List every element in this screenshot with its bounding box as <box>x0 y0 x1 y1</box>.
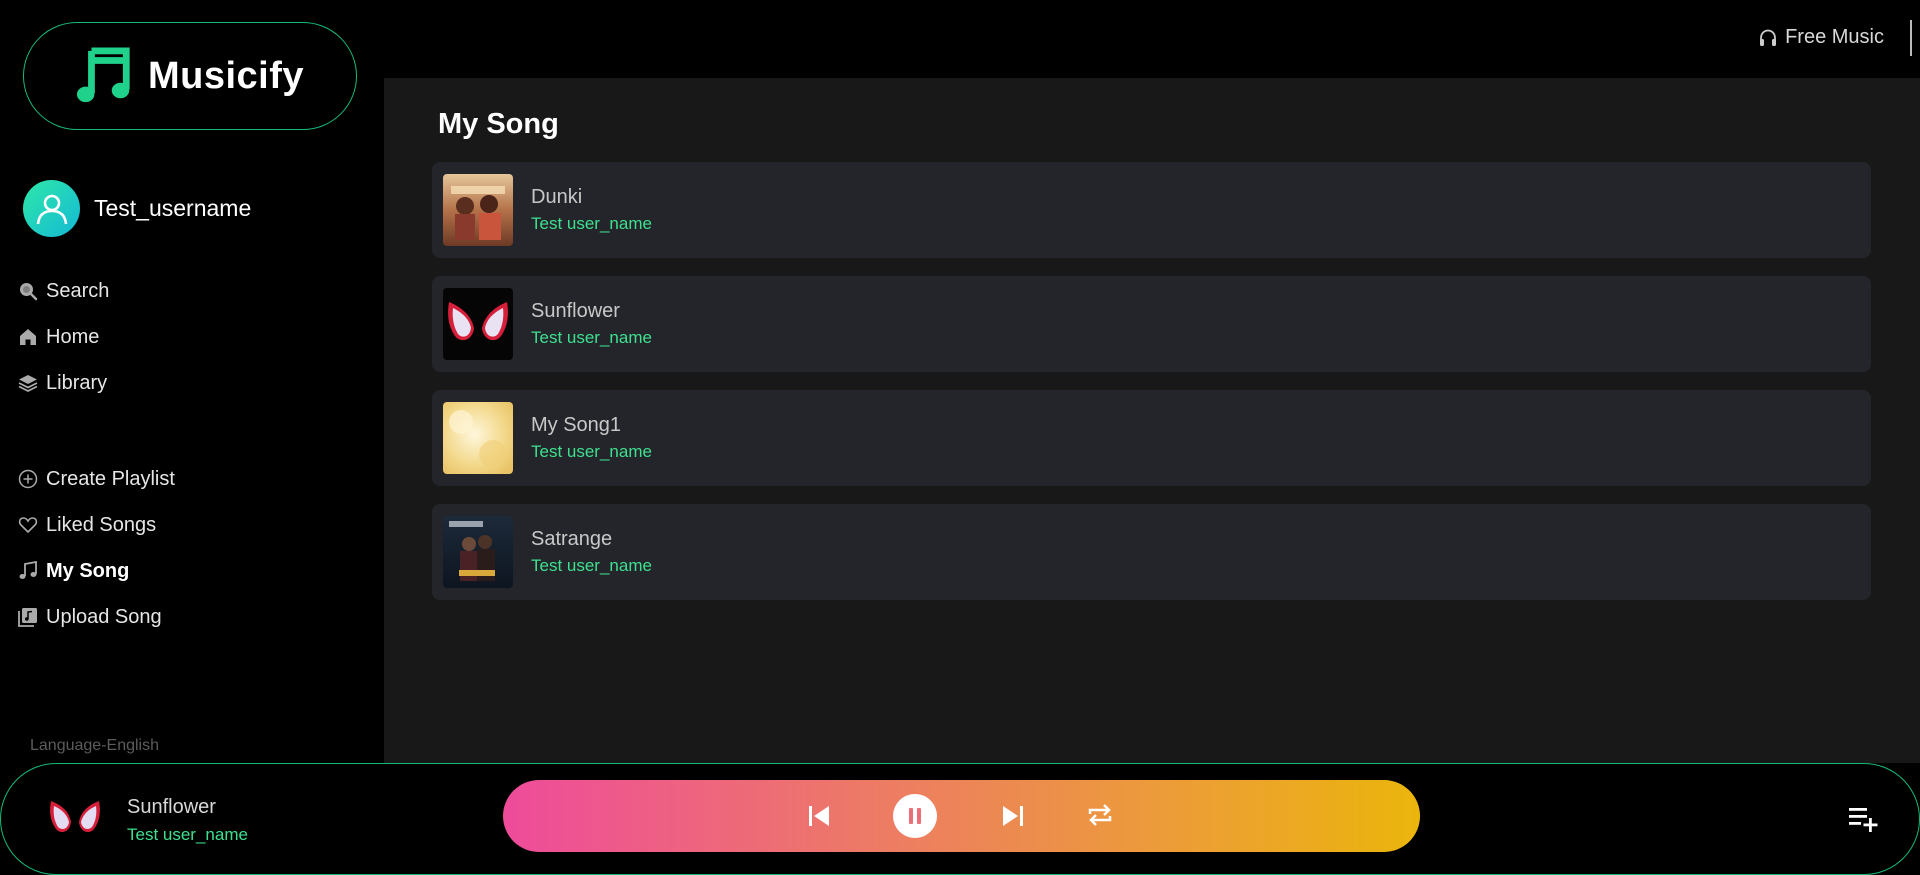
playback-controls <box>503 780 1420 852</box>
nav-label: My Song <box>46 559 130 582</box>
repeat-button[interactable] <box>1087 802 1113 828</box>
home-icon <box>20 329 36 345</box>
nav-item-create-playlist[interactable]: Create Playlist <box>18 456 175 502</box>
avatar[interactable] <box>23 180 80 237</box>
username: Test_username <box>94 195 252 221</box>
sidebar: Musicify Test_username Search Home Libra… <box>0 0 384 763</box>
nav-label: Home <box>46 325 100 348</box>
upload-music-icon <box>18 608 37 627</box>
nav-item-liked-songs[interactable]: Liked Songs <box>18 502 175 548</box>
free-music-label: Free Music <box>1785 26 1884 48</box>
headphones-icon <box>1760 29 1777 46</box>
nav-label: Create Playlist <box>46 467 175 490</box>
nav-label: Library <box>46 371 108 394</box>
animal-cover <box>443 516 513 588</box>
plus-circle-icon <box>18 469 38 489</box>
music-note-logo-icon <box>76 47 130 103</box>
song-info: Dunki Test user_name <box>531 186 652 234</box>
nav-item-my-song[interactable]: My Song <box>18 548 175 594</box>
song-artist[interactable]: Test user_name <box>531 442 652 462</box>
main-content: My Song Dunki Test user_name Sunflower T… <box>384 78 1920 763</box>
song-row[interactable]: My Song1 Test user_name <box>432 390 1871 486</box>
next-icon <box>1003 806 1023 826</box>
user-profile[interactable]: Test_username <box>23 180 251 237</box>
nav-item-home[interactable]: Home <box>18 314 109 360</box>
nav-item-search[interactable]: Search <box>18 268 109 314</box>
song-title: Dunki <box>531 186 583 208</box>
secondary-nav: Create Playlist Liked Songs My Song Uplo… <box>18 456 175 640</box>
app-name: Musicify <box>147 54 305 97</box>
language-selector[interactable]: Language-English <box>30 737 159 755</box>
add-to-queue-button[interactable] <box>1849 806 1879 837</box>
player-bar: Sunflower Test user_name <box>0 763 1920 875</box>
layers-icon <box>18 375 38 393</box>
song-info: Satrange Test user_name <box>531 528 652 576</box>
page-title: My Song <box>438 108 559 140</box>
previous-icon <box>809 806 829 826</box>
add-to-queue-icon <box>1849 808 1878 832</box>
now-playing-artist[interactable]: Test user_name <box>127 825 248 845</box>
nav-item-upload-song[interactable]: Upload Song <box>18 594 175 640</box>
song-artist[interactable]: Test user_name <box>531 556 652 576</box>
spider-mask-cover <box>443 288 513 360</box>
now-playing-title: Sunflower <box>127 796 216 818</box>
topbar-divider <box>1910 20 1912 56</box>
next-button[interactable] <box>1001 804 1025 828</box>
song-row[interactable]: Satrange Test user_name <box>432 504 1871 600</box>
now-playing-info: Sunflower Test user_name <box>127 796 248 845</box>
nav-item-library[interactable]: Library <box>18 360 109 406</box>
search-icon <box>20 283 38 301</box>
song-info: My Song1 Test user_name <box>531 414 652 462</box>
song-title: Sunflower <box>531 300 620 322</box>
nav-label: Upload Song <box>46 605 162 628</box>
song-info: Sunflower Test user_name <box>531 300 652 348</box>
heart-icon <box>18 517 38 534</box>
nav-label: Liked Songs <box>46 513 157 536</box>
song-title: My Song1 <box>531 414 622 436</box>
pause-icon <box>909 808 921 824</box>
previous-button[interactable] <box>807 804 831 828</box>
dunki-cover <box>443 174 513 246</box>
free-music-link[interactable]: Free Music <box>1758 26 1884 49</box>
user-icon <box>36 194 67 224</box>
song-row[interactable]: Dunki Test user_name <box>432 162 1871 258</box>
pause-button[interactable] <box>893 794 937 838</box>
yellow-abstract-cover <box>443 402 513 474</box>
song-title: Satrange <box>531 528 613 550</box>
music-note-icon <box>19 561 37 579</box>
repeat-icon <box>1088 804 1112 826</box>
song-artist[interactable]: Test user_name <box>531 328 652 348</box>
nav-label: Search <box>46 279 110 302</box>
main-nav: Search Home Library <box>18 268 109 406</box>
song-artist[interactable]: Test user_name <box>531 214 652 234</box>
song-row[interactable]: Sunflower Test user_name <box>432 276 1871 372</box>
now-playing-cover <box>46 789 104 847</box>
song-list: Dunki Test user_name Sunflower Test user… <box>432 162 1871 618</box>
app-logo[interactable]: Musicify <box>23 22 357 130</box>
